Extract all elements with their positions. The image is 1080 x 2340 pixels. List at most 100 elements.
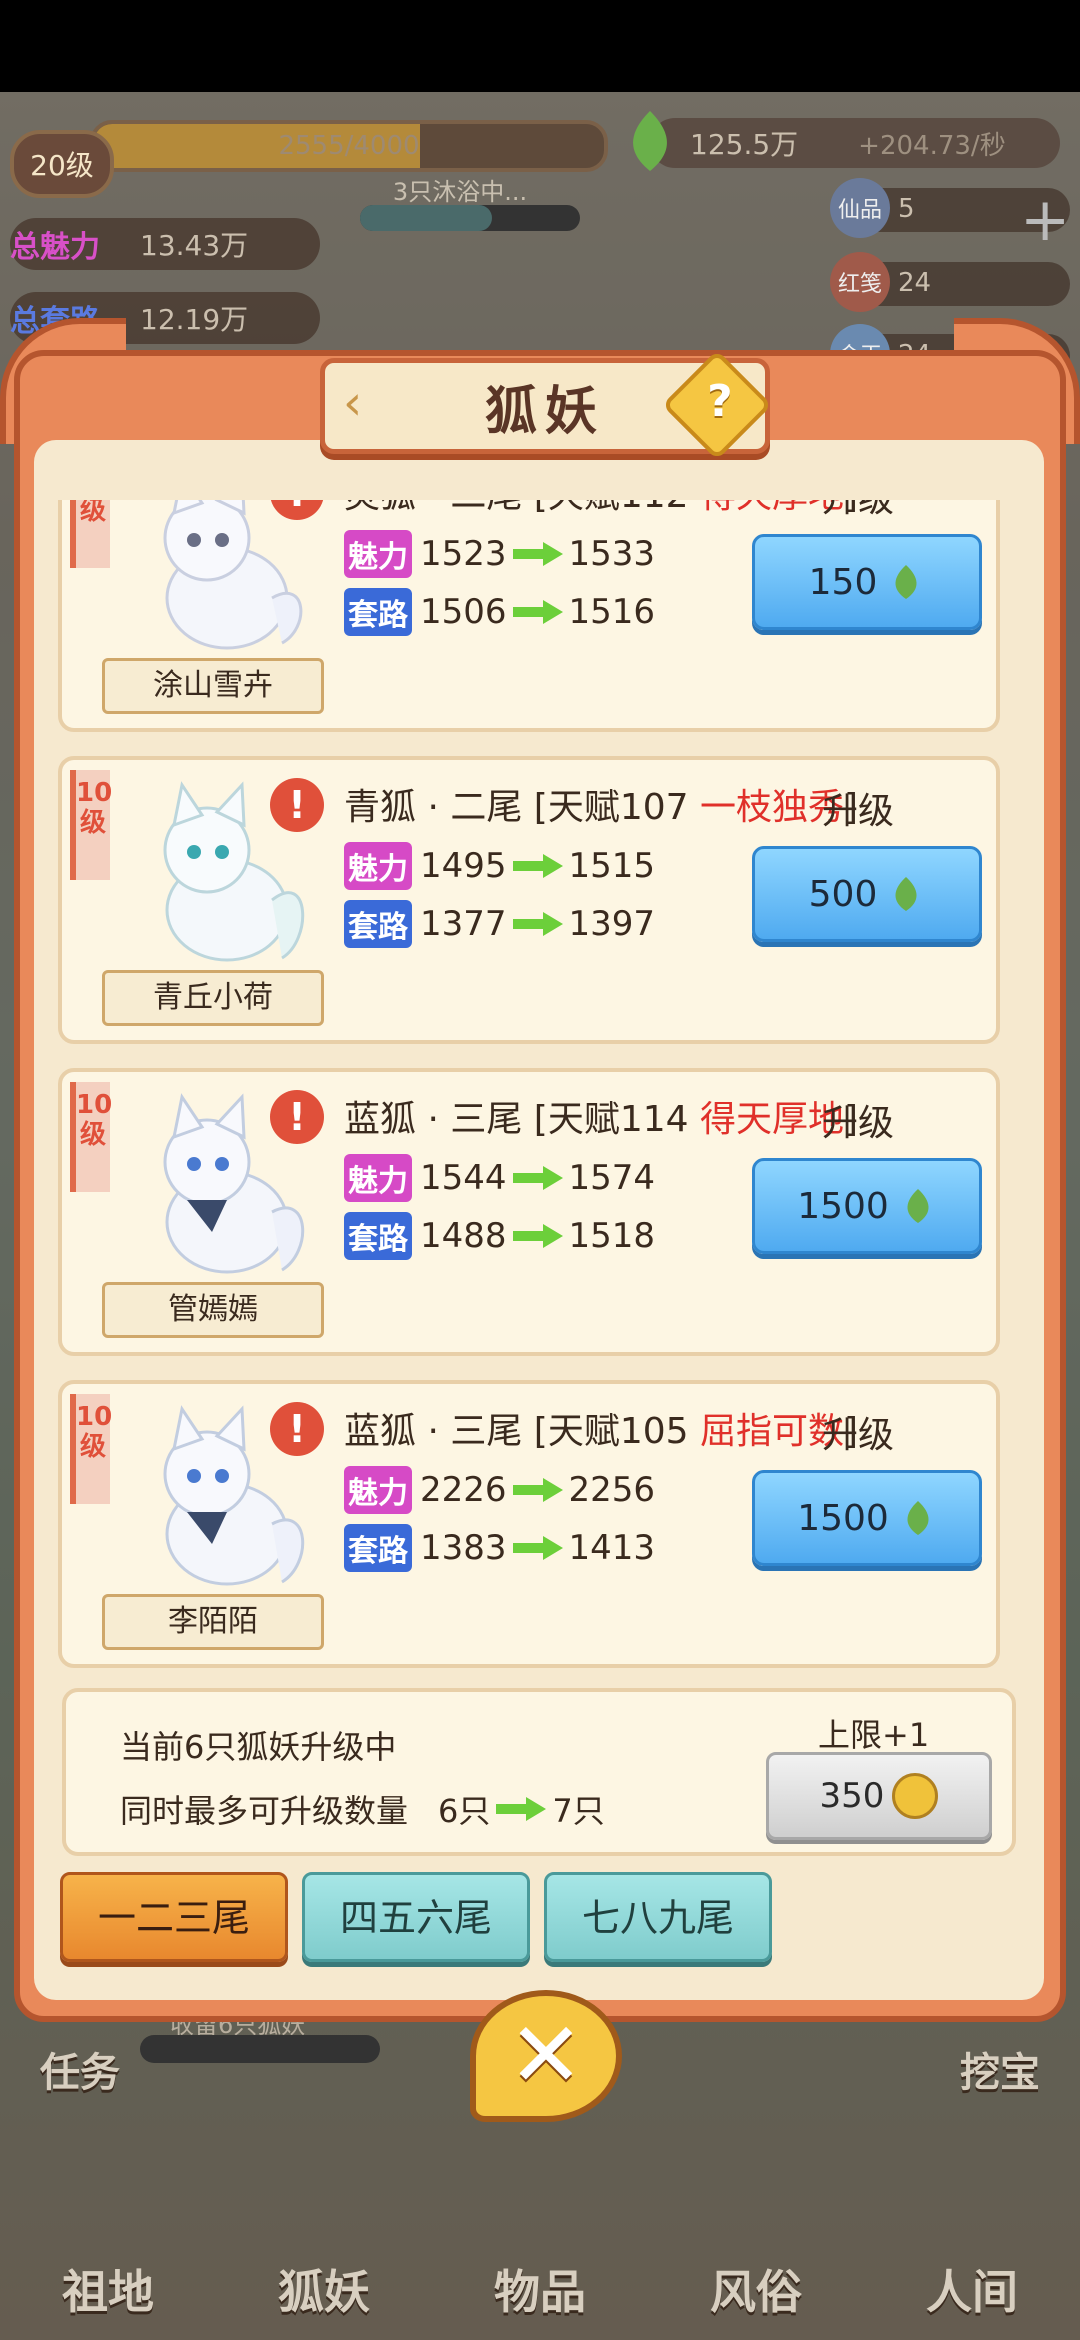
- upgrade-cost: 1500: [797, 1185, 889, 1227]
- nav-items[interactable]: 物品: [494, 2256, 586, 2322]
- close-button[interactable]: ✕: [470, 1990, 622, 2122]
- fox-species-talent: 蓝狐 · 三尾 [天赋114 得天厚地]: [344, 1090, 858, 1142]
- nav-customs[interactable]: 风俗: [710, 2256, 802, 2322]
- tactic-stat: 套路 1377 1397: [344, 900, 655, 948]
- close-icon: ✕: [508, 2003, 584, 2108]
- fox-species-talent: 青狐 · 二尾 [天赋107 一枝独秀]: [344, 778, 858, 830]
- fox-species: 青狐 · 二尾: [344, 787, 523, 828]
- upgrade-button[interactable]: 500: [752, 846, 982, 942]
- arrow-right-icon: [512, 854, 563, 878]
- max-upgrade-slots: 同时最多可升级数量 6只 7只: [120, 1786, 605, 1832]
- tab-tails-7-9[interactable]: 七八九尾: [544, 1872, 772, 1962]
- status-bar: [0, 0, 1080, 92]
- fox-species: 灵狐 · 二尾: [344, 500, 522, 516]
- fox-card: 10级 管嫣嫣 ! 蓝狐 · 三尾 [天赋114 得天厚地] 魅力 1544 1…: [58, 1068, 1000, 1356]
- task-label: 任务: [40, 2050, 120, 2096]
- arrow-right-icon: [512, 600, 563, 624]
- tactic-to: 1413: [568, 1528, 656, 1568]
- tactic-from: 1383: [420, 1528, 507, 1568]
- spirit-rate: +204.73/秒: [858, 130, 1006, 161]
- level-flag: 10级: [70, 500, 110, 568]
- fox-card: 10级 青丘小荷 ! 青狐 · 二尾 [天赋107 一枝独秀] 魅力 1495 …: [58, 756, 1000, 1044]
- arrow-right-icon: [512, 1478, 563, 1502]
- charm-to: 2256: [568, 1470, 656, 1510]
- charm-stat: 魅力 2226 2256: [344, 1466, 655, 1514]
- spirit-leaf-icon: [895, 877, 917, 911]
- arrow-right-icon: [512, 1536, 563, 1560]
- level-flag: 10级: [70, 1082, 112, 1192]
- tactic-from: 1488: [420, 1216, 507, 1256]
- fox-card: 10级 涂山雪卉 ! 灵狐 · 二尾 [天赋112 得天厚地] 魅力 1523 …: [58, 500, 1000, 732]
- arrow-right-icon: [512, 1166, 563, 1190]
- charm-from: 1495: [420, 846, 507, 886]
- help-glyph: ?: [707, 376, 733, 428]
- tab-tails-1-3[interactable]: 一二三尾: [60, 1872, 288, 1962]
- xp-text: 2555/4000: [278, 131, 420, 161]
- charm-to: 1533: [568, 534, 656, 574]
- fox-list[interactable]: 10级 涂山雪卉 ! 灵狐 · 二尾 [天赋112 得天厚地] 魅力 1523 …: [52, 500, 1016, 1668]
- tab-tails-4-6[interactable]: 四五六尾: [302, 1872, 530, 1962]
- charm-tag: 魅力: [344, 1154, 412, 1202]
- nav-fox-spirits[interactable]: 狐妖: [278, 2256, 370, 2322]
- talent-prefix: [天赋105: [533, 1411, 689, 1452]
- level-flag: 10级: [70, 770, 112, 880]
- bath-status: 3只沐浴中...: [392, 178, 528, 206]
- task-progress: [140, 2035, 380, 2063]
- xianpin-icon: 仙品: [830, 178, 890, 238]
- fox-name: 李陌陌: [102, 1594, 324, 1650]
- increase-cap-button[interactable]: 350: [766, 1752, 992, 1840]
- level-flag: 10级: [70, 1394, 112, 1504]
- xp-bar: 2555/4000: [90, 120, 608, 172]
- jade-coin-icon: [892, 1773, 939, 1819]
- charm-to: 1515: [568, 846, 656, 886]
- add-item-icon: +: [1020, 185, 1071, 255]
- talent-prefix: [天赋107: [533, 787, 689, 828]
- charm-stat: 魅力 1544 1574: [344, 1154, 655, 1202]
- warning-icon: !: [270, 1090, 324, 1144]
- total-charm-row: 总魅力 13.43万: [10, 218, 320, 270]
- charm-to: 1574: [568, 1158, 656, 1198]
- upgrading-count: 当前6只狐妖升级中: [120, 1728, 397, 1766]
- fox-species-talent: 蓝狐 · 三尾 [天赋105 屈指可数]: [344, 1402, 858, 1454]
- cap-plus-label: 上限+1: [818, 1716, 930, 1754]
- arrow-right-icon: [496, 1797, 547, 1821]
- charm-from: 1544: [420, 1158, 507, 1198]
- charm-stat: 魅力 1523 1533: [344, 530, 655, 578]
- max-slots-label: 同时最多可升级数量: [120, 1792, 409, 1830]
- warning-icon: !: [270, 1402, 324, 1456]
- tactic-from: 1377: [420, 904, 507, 944]
- charm-tag: 魅力: [344, 1466, 412, 1514]
- fox-species: 蓝狐 · 三尾: [344, 1099, 523, 1140]
- spirit-leaf-icon: [895, 565, 917, 599]
- upgrade-button[interactable]: 1500: [752, 1158, 982, 1254]
- fox-name: 涂山雪卉: [102, 658, 324, 714]
- tail-tabs: 一二三尾 四五六尾 七八九尾: [60, 1872, 772, 1962]
- spirit-leaf-icon: [907, 1501, 929, 1535]
- tactic-stat: 套路 1488 1518: [344, 1212, 655, 1260]
- nav-ancestral-land[interactable]: 祖地: [62, 2256, 154, 2322]
- charm-from: 1523: [420, 534, 507, 574]
- upgrade-label: 升级: [822, 1415, 895, 1456]
- tactic-to: 1518: [568, 1216, 656, 1256]
- bottom-nav: 祖地 狐妖 物品 风俗 人间: [0, 2180, 1080, 2340]
- upgrade-slots-box: 当前6只狐妖升级中 同时最多可升级数量 6只 7只 上限+1 350: [62, 1688, 1016, 1856]
- chevron-left-icon: ‹: [343, 375, 363, 431]
- upgrade-cost: 150: [808, 561, 878, 603]
- total-charm-label: 总魅力: [10, 230, 100, 265]
- panel-title: 狐妖: [484, 381, 605, 442]
- talent-prefix: [天赋114: [533, 1099, 689, 1140]
- charm-tag: 魅力: [344, 842, 412, 890]
- hongjian-count: 24: [898, 268, 932, 298]
- spirit-leaf-icon: [907, 1189, 929, 1223]
- nav-human-world[interactable]: 人间: [926, 2256, 1018, 2322]
- item-hongjian: 红笺 24: [830, 252, 1070, 312]
- total-charm-value: 13.43万: [140, 229, 249, 262]
- fox-portrait: [163, 500, 303, 650]
- charm-from: 2226: [420, 1470, 507, 1510]
- upgrade-button[interactable]: 150: [752, 534, 982, 630]
- charm-stat: 魅力 1495 1515: [344, 842, 655, 890]
- tactic-tag: 套路: [344, 900, 412, 948]
- upgrade-button[interactable]: 1500: [752, 1470, 982, 1566]
- slots-from: 6只: [438, 1792, 491, 1830]
- player-level-badge: 20级: [10, 130, 114, 198]
